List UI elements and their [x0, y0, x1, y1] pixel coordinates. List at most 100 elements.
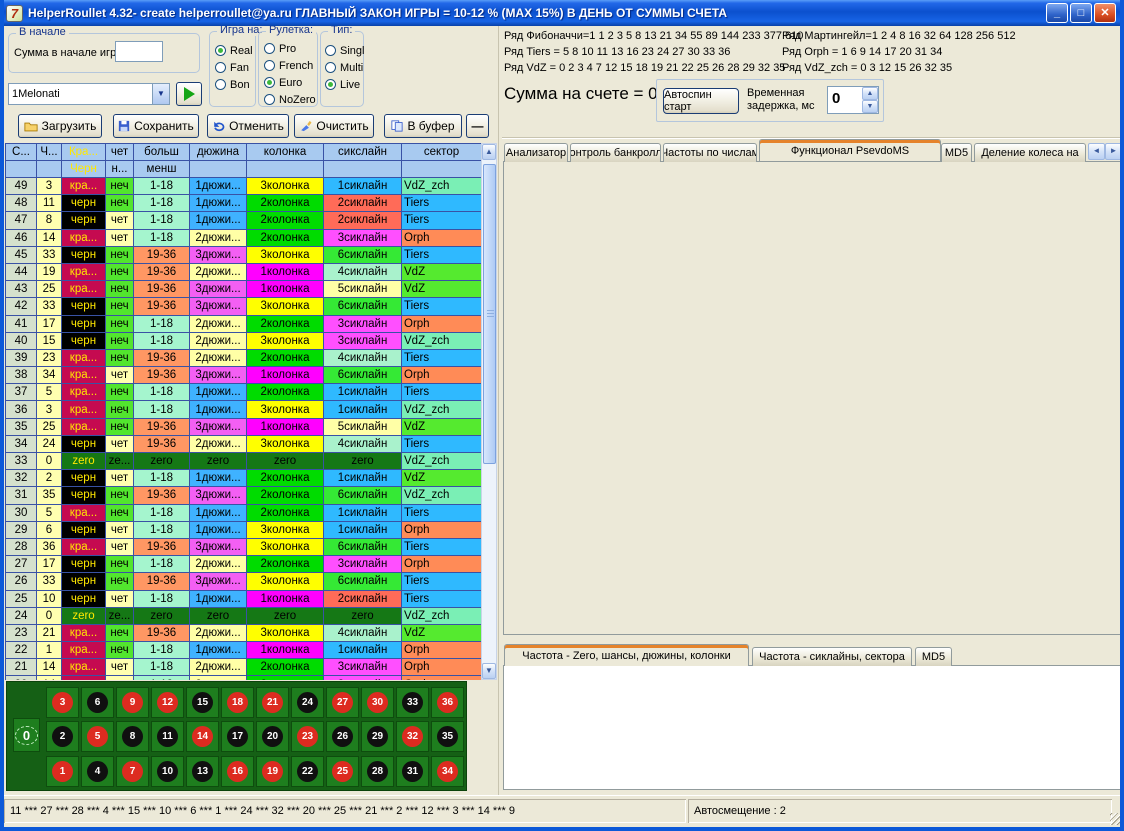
tab-MD5[interactable]: MD5 — [941, 143, 972, 162]
board-cell-22[interactable]: 22 — [291, 756, 324, 787]
radio-option-Euro[interactable]: Euro — [264, 74, 316, 91]
board-cell-14[interactable]: 14 — [186, 721, 219, 752]
board-cell-21[interactable]: 21 — [256, 687, 289, 718]
board-cell-18[interactable]: 18 — [221, 687, 254, 718]
radio-option-Pro[interactable]: Pro — [264, 40, 316, 57]
board-cell-11[interactable]: 11 — [151, 721, 184, 752]
table-row[interactable]: 363кра...неч1-181дюжи...3колонка1сиклайн… — [6, 401, 481, 418]
table-row[interactable]: 2633черннеч19-363дюжи...3колонка6сиклайн… — [6, 573, 481, 590]
board-cell-30[interactable]: 30 — [361, 687, 394, 718]
board-cell-4[interactable]: 4 — [81, 756, 114, 787]
board-cell-1[interactable]: 1 — [46, 756, 79, 787]
board-cell-15[interactable]: 15 — [186, 687, 219, 718]
table-row[interactable]: 4325кра...неч19-363дюжи...1колонка5сикла… — [6, 281, 481, 298]
table-row[interactable]: 4419кра...неч19-362дюжи...1колонка4сикла… — [6, 264, 481, 281]
start-sum-input[interactable] — [115, 41, 163, 62]
freq-tab-2[interactable]: Частота - сиклайны, сектора — [752, 647, 912, 666]
board-cell-25[interactable]: 25 — [326, 756, 359, 787]
radio-option-Multi[interactable]: Multi — [325, 59, 364, 76]
tab-Анализатор[interactable]: Анализатор — [504, 143, 568, 162]
table-row[interactable]: 375кра...неч1-181дюжи...2колонка1сиклайн… — [6, 384, 481, 401]
table-row[interactable]: 2321кра...неч19-362дюжи...3колонка4сикла… — [6, 625, 481, 642]
board-cell-6[interactable]: 6 — [81, 687, 114, 718]
title-bar[interactable]: 7 HelperRoullet 4.32- create helperroull… — [0, 0, 1124, 26]
radio-option-Fan[interactable]: Fan — [215, 59, 253, 76]
table-row[interactable]: 4117черннеч1-182дюжи...2колонка3сиклайнO… — [6, 316, 481, 333]
tab-Функционал PsevdoMS[interactable]: Функционал PsevdoMS — [759, 139, 941, 161]
board-cell-31[interactable]: 31 — [396, 756, 429, 787]
board-cell-10[interactable]: 10 — [151, 756, 184, 787]
board-cell-23[interactable]: 23 — [291, 721, 324, 752]
radio-option-Bon[interactable]: Bon — [215, 76, 253, 93]
board-cell-19[interactable]: 19 — [256, 756, 289, 787]
table-row[interactable]: 3923кра...неч19-362дюжи...2колонка4сикла… — [6, 350, 481, 367]
board-cell-35[interactable]: 35 — [431, 721, 464, 752]
board-cell-zero[interactable]: 0 — [13, 718, 40, 752]
run-preset-button[interactable] — [176, 82, 202, 106]
clear-button[interactable]: Очистить — [294, 114, 374, 138]
undo-button[interactable]: Отменить — [207, 114, 289, 138]
board-cell-13[interactable]: 13 — [186, 756, 219, 787]
table-row[interactable]: 3525кра...неч19-363дюжи...1колонка5сикла… — [6, 419, 481, 436]
table-row[interactable]: 2014кра...чет1-182дюжи...2колонка3сиклай… — [6, 676, 481, 680]
table-row[interactable]: 3834кра...чет19-363дюжи...1колонка6сикла… — [6, 367, 481, 384]
tab-Контроль банкролла[interactable]: Контроль банкролла — [570, 143, 661, 162]
table-row[interactable]: 330zeroze...zerozerozerozeroVdZ_zch — [6, 453, 481, 470]
spinner-down-icon[interactable]: ▼ — [862, 100, 878, 113]
board-cell-9[interactable]: 9 — [116, 687, 149, 718]
history-table[interactable]: С...Ч...Кра...четбольшдюжинаколонкасиксл… — [5, 143, 481, 680]
resize-grip-icon[interactable] — [1110, 813, 1122, 825]
board-cell-36[interactable]: 36 — [431, 687, 464, 718]
table-row[interactable]: 2114кра...чет1-182дюжи...2колонка3сиклай… — [6, 659, 481, 676]
table-row[interactable]: 478чернчет1-181дюжи...2колонка2сиклайнTi… — [6, 212, 481, 229]
scroll-up-icon[interactable]: ▲ — [482, 144, 496, 160]
board-cell-29[interactable]: 29 — [361, 721, 394, 752]
board-cell-33[interactable]: 33 — [396, 687, 429, 718]
collapse-button[interactable]: — — [466, 114, 489, 138]
board-cell-26[interactable]: 26 — [326, 721, 359, 752]
table-row[interactable]: 3424чернчет19-362дюжи...3колонка4сиклайн… — [6, 436, 481, 453]
minimize-button[interactable]: _ — [1046, 3, 1068, 23]
tabs-scroll-right-icon[interactable]: ► — [1105, 143, 1122, 160]
table-row[interactable]: 221кра...неч1-181дюжи...1колонка1сиклайн… — [6, 642, 481, 659]
board-cell-5[interactable]: 5 — [81, 721, 114, 752]
radio-option-French[interactable]: French — [264, 57, 316, 74]
delay-spinner[interactable]: 0 ▲ ▼ — [827, 86, 879, 114]
table-row[interactable]: 493кра...неч1-181дюжи...3колонка1сиклайн… — [6, 178, 481, 195]
table-row[interactable]: 4811черннеч1-181дюжи...2колонка2сиклайнT… — [6, 195, 481, 212]
board-cell-8[interactable]: 8 — [116, 721, 149, 752]
table-row[interactable]: 296чернчет1-181дюжи...3колонка1сиклайнOr… — [6, 522, 481, 539]
board-cell-20[interactable]: 20 — [256, 721, 289, 752]
board-cell-7[interactable]: 7 — [116, 756, 149, 787]
freq-tab-3[interactable]: MD5 — [915, 647, 952, 666]
tab-Деление колеса на[interactable]: Деление колеса на — [974, 143, 1086, 162]
save-button[interactable]: Сохранить — [113, 114, 199, 138]
preset-combobox[interactable]: 1Melonati ▼ — [8, 83, 170, 105]
scroll-down-icon[interactable]: ▼ — [482, 663, 496, 679]
board-cell-34[interactable]: 34 — [431, 756, 464, 787]
history-scroll-thumb[interactable] — [483, 164, 496, 464]
table-row[interactable]: 2836кра...чет19-363дюжи...3колонка6сикла… — [6, 539, 481, 556]
table-row[interactable]: 4533черннеч19-363дюжи...3колонка6сиклайн… — [6, 247, 481, 264]
autospin-start-button[interactable]: Автоспин старт — [663, 88, 739, 114]
table-row[interactable]: 240zeroze...zerozerozerozeroVdZ_zch — [6, 608, 481, 625]
table-row[interactable]: 3135черннеч19-363дюжи...2колонка6сиклайн… — [6, 487, 481, 504]
board-cell-16[interactable]: 16 — [221, 756, 254, 787]
board-cell-2[interactable]: 2 — [46, 721, 79, 752]
board-cell-32[interactable]: 32 — [396, 721, 429, 752]
table-row[interactable]: 2510чернчет1-181дюжи...1колонка2сиклайнT… — [6, 591, 481, 608]
board-cell-24[interactable]: 24 — [291, 687, 324, 718]
table-row[interactable]: 2717черннеч1-182дюжи...2колонка3сиклайнO… — [6, 556, 481, 573]
table-row[interactable]: 4015черннеч1-182дюжи...3колонка3сиклайнV… — [6, 333, 481, 350]
history-scrollbar[interactable]: ▲ ▼ — [481, 143, 497, 680]
table-row[interactable]: 322чернчет1-181дюжи...2колонка1сиклайнVd… — [6, 470, 481, 487]
board-cell-28[interactable]: 28 — [361, 756, 394, 787]
board-cell-27[interactable]: 27 — [326, 687, 359, 718]
freq-tab-1[interactable]: Частота - Zero, шансы, дюжины, колонки — [504, 644, 749, 666]
tab-Частоты по числам[interactable]: Частоты по числам — [663, 143, 757, 162]
radio-option-Live[interactable]: Live — [325, 76, 364, 93]
table-row[interactable]: 4614кра...чет1-182дюжи...2колонка3сиклай… — [6, 230, 481, 247]
radio-option-NoZero[interactable]: NoZero — [264, 91, 316, 108]
spinner-up-icon[interactable]: ▲ — [862, 87, 878, 100]
maximize-button[interactable]: □ — [1070, 3, 1092, 23]
